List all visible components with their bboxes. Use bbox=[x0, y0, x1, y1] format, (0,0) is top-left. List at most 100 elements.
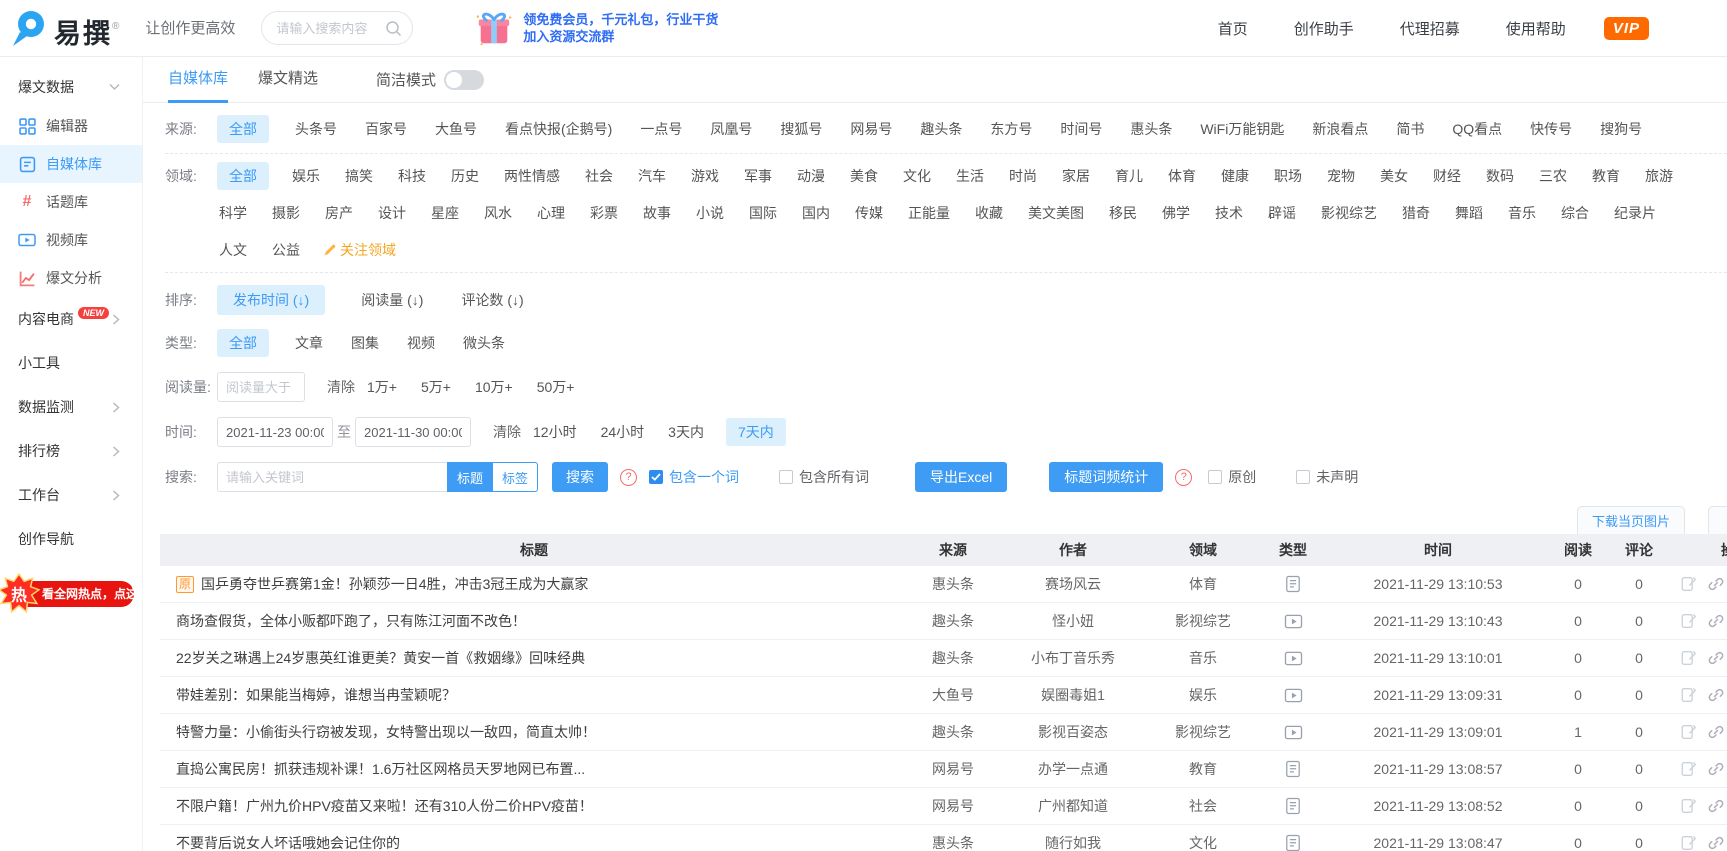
source-chip[interactable]: 网易号 bbox=[848, 115, 894, 143]
link-icon[interactable] bbox=[1707, 686, 1725, 704]
nav-link[interactable]: 代理招募 bbox=[1400, 18, 1460, 39]
field-chip[interactable]: 猎奇 bbox=[1400, 199, 1432, 227]
field-chip[interactable]: 小说 bbox=[694, 199, 726, 227]
article-title-link[interactable]: 国乒勇夺世乒赛第1金！孙颖莎一日4胜，冲击3冠王成为大赢家 bbox=[201, 574, 588, 594]
reads-quick-chip[interactable]: 10万+ bbox=[473, 373, 515, 401]
field-chip[interactable]: 国际 bbox=[747, 199, 779, 227]
edit-note-icon[interactable] bbox=[1680, 612, 1698, 630]
article-title-link[interactable]: 特警力量：小偷街头行窃被发现，女特警出现以一敌四，简直太帅！ bbox=[176, 722, 596, 742]
sidebar-section[interactable]: 创作导航 bbox=[0, 517, 142, 561]
secondary-download-button-clipped[interactable] bbox=[1708, 506, 1727, 534]
field-chip[interactable]: 人文 bbox=[217, 236, 249, 264]
hot-topics-banner[interactable]: 热 看全网热点，点这里! bbox=[0, 572, 154, 614]
reads-clear-link[interactable]: 清除 bbox=[327, 377, 355, 397]
sidebar-item-grid[interactable]: 编辑器 bbox=[0, 107, 142, 145]
contain-one-word-checkbox[interactable]: 包含一个词 bbox=[649, 467, 739, 487]
vip-badge[interactable]: VIP bbox=[1603, 16, 1649, 40]
type-chip[interactable]: 视频 bbox=[405, 329, 437, 357]
time-quick-chip[interactable]: 12小时 bbox=[531, 418, 579, 446]
field-chip[interactable]: 房产 bbox=[323, 199, 355, 227]
link-icon[interactable] bbox=[1707, 797, 1725, 815]
field-chip[interactable]: 风水 bbox=[482, 199, 514, 227]
source-chip[interactable]: 趣头条 bbox=[918, 115, 964, 143]
article-title-link[interactable]: 直捣公寓民房！抓获违规补课！1.6万社区网格员天罗地网已布置... bbox=[176, 759, 585, 779]
sort-chip[interactable]: 阅读量 (↓) bbox=[359, 285, 425, 315]
search-in-title-button[interactable]: 标题 bbox=[447, 462, 494, 492]
follow-field-link[interactable]: 关注领域 bbox=[323, 240, 396, 260]
field-chip[interactable]: 教育 bbox=[1590, 162, 1622, 190]
field-chip[interactable]: 影视综艺 bbox=[1319, 199, 1379, 227]
field-chip[interactable]: 游戏 bbox=[689, 162, 721, 190]
field-chip[interactable]: 摄影 bbox=[270, 199, 302, 227]
field-chip[interactable]: 育儿 bbox=[1113, 162, 1145, 190]
field-chip[interactable]: 军事 bbox=[742, 162, 774, 190]
reads-quick-chip[interactable]: 1万+ bbox=[365, 373, 399, 401]
field-chip[interactable]: 娱乐 bbox=[290, 162, 322, 190]
time-quick-chip[interactable]: 7天内 bbox=[725, 418, 786, 446]
contain-all-words-checkbox[interactable]: 包含所有词 bbox=[779, 467, 869, 487]
search-icon[interactable] bbox=[385, 20, 402, 37]
field-chip[interactable]: 家居 bbox=[1060, 162, 1092, 190]
field-chip[interactable]: 设计 bbox=[376, 199, 408, 227]
nav-link[interactable]: 创作助手 bbox=[1294, 18, 1354, 39]
edit-note-icon[interactable] bbox=[1680, 575, 1698, 593]
field-chip[interactable]: 文化 bbox=[901, 162, 933, 190]
time-end-input[interactable] bbox=[355, 417, 471, 447]
frequency-help-icon[interactable]: ? bbox=[1175, 468, 1193, 486]
undeclared-checkbox[interactable]: 未声明 bbox=[1296, 467, 1358, 487]
nav-link[interactable]: 使用帮助 bbox=[1506, 18, 1566, 39]
sidebar-section[interactable]: 数据监测 bbox=[0, 385, 142, 429]
field-chip[interactable]: 美食 bbox=[848, 162, 880, 190]
field-chip[interactable]: 美文美图 bbox=[1026, 199, 1086, 227]
time-start-input[interactable] bbox=[217, 417, 333, 447]
promo-banner[interactable]: 领免费会员，千元礼包，行业干货 加入资源交流群 bbox=[475, 9, 718, 47]
source-chip[interactable]: 简书 bbox=[1394, 115, 1426, 143]
source-chip[interactable]: WiFi万能钥匙 bbox=[1198, 115, 1286, 143]
nav-link[interactable]: 首页 bbox=[1218, 18, 1248, 39]
link-icon[interactable] bbox=[1707, 612, 1725, 630]
field-chip[interactable]: 星座 bbox=[429, 199, 461, 227]
source-chip[interactable]: 凤凰号 bbox=[708, 115, 754, 143]
source-chip[interactable]: 东方号 bbox=[988, 115, 1034, 143]
field-chip[interactable]: 纪录片 bbox=[1612, 199, 1658, 227]
edit-note-icon[interactable] bbox=[1680, 649, 1698, 667]
tab-featured[interactable]: 爆文精选 bbox=[258, 57, 318, 103]
field-chip[interactable]: 财经 bbox=[1431, 162, 1463, 190]
field-chip[interactable]: 生活 bbox=[954, 162, 986, 190]
sidebar-item-chart[interactable]: 爆文分析 bbox=[0, 259, 142, 297]
field-chip[interactable]: 故事 bbox=[641, 199, 673, 227]
source-chip[interactable]: 快传号 bbox=[1528, 115, 1574, 143]
source-chip[interactable]: 大鱼号 bbox=[433, 115, 479, 143]
article-title-link[interactable]: 22岁关之琳遇上24岁惠英红谁更美？黄安一首《救姻缘》回味经典 bbox=[176, 648, 585, 668]
field-chip[interactable]: 科学 bbox=[217, 199, 249, 227]
field-chip[interactable]: 搞笑 bbox=[343, 162, 375, 190]
source-chip[interactable]: 新浪看点 bbox=[1310, 115, 1370, 143]
source-chip[interactable]: 惠头条 bbox=[1128, 115, 1174, 143]
type-chip[interactable]: 文章 bbox=[293, 329, 325, 357]
reads-quick-chip[interactable]: 50万+ bbox=[535, 373, 577, 401]
field-chip[interactable]: 收藏 bbox=[973, 199, 1005, 227]
field-chip[interactable]: 两性情感 bbox=[502, 162, 562, 190]
article-title-link[interactable]: 商场查假货，全体小贩都吓跑了，只有陈江河面不改色！ bbox=[176, 611, 526, 631]
field-chip[interactable]: 社会 bbox=[583, 162, 615, 190]
source-chip[interactable]: QQ看点 bbox=[1450, 115, 1504, 143]
source-chip[interactable]: 头条号 bbox=[293, 115, 339, 143]
search-help-icon[interactable]: ? bbox=[620, 468, 638, 486]
field-chip[interactable]: 移民 bbox=[1107, 199, 1139, 227]
field-chip[interactable]: 技术 bbox=[1213, 199, 1245, 227]
app-logo[interactable]: 易撰® bbox=[10, 8, 119, 48]
title-word-frequency-button[interactable]: 标题词频统计 bbox=[1049, 462, 1164, 492]
search-button[interactable]: 搜索 bbox=[552, 462, 609, 492]
search-in-tag-button[interactable]: 标签 bbox=[493, 462, 539, 492]
field-chip[interactable]: 数码 bbox=[1484, 162, 1516, 190]
field-chip[interactable]: 综合 bbox=[1559, 199, 1591, 227]
type-chip[interactable]: 全部 bbox=[217, 329, 269, 357]
field-chip[interactable]: 时尚 bbox=[1007, 162, 1039, 190]
sidebar-section[interactable]: 排行榜 bbox=[0, 429, 142, 473]
download-page-images-button[interactable]: 下载当页图片 bbox=[1577, 506, 1686, 534]
field-chip[interactable]: 体育 bbox=[1166, 162, 1198, 190]
type-chip[interactable]: 微头条 bbox=[461, 329, 507, 357]
type-chip[interactable]: 图集 bbox=[349, 329, 381, 357]
field-chip[interactable]: 彩票 bbox=[588, 199, 620, 227]
edit-note-icon[interactable] bbox=[1680, 760, 1698, 778]
